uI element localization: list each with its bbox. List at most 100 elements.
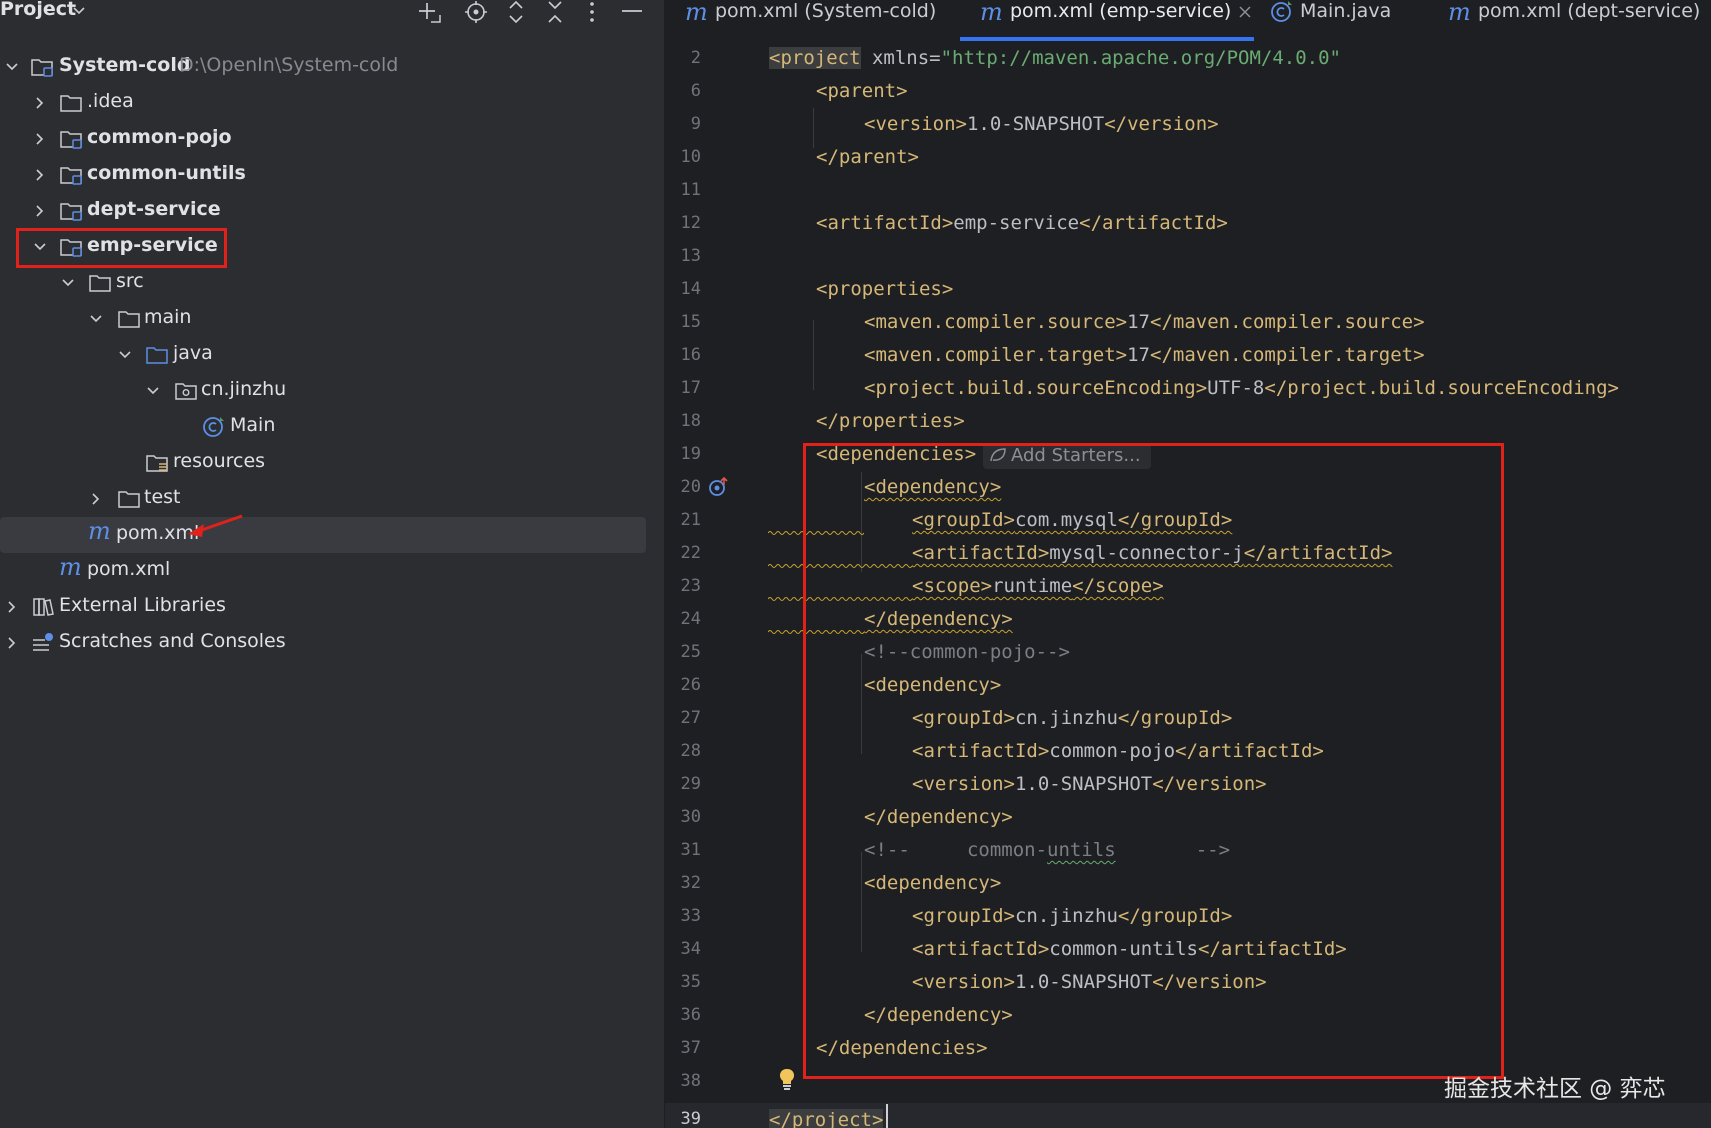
- collapse-all-icon[interactable]: [545, 0, 565, 24]
- line-number: 24: [680, 609, 701, 629]
- tree-item-label: cn.jinzhu: [201, 378, 287, 400]
- tree-item-dept-service[interactable]: dept-service: [0, 193, 646, 229]
- tab-pom-system-cold[interactable]: m pom.xml (System-cold): [685, 0, 947, 40]
- tree-item-emp-pom-xml[interactable]: m pom.xml: [0, 517, 646, 553]
- java-class-icon: [1271, 1, 1292, 22]
- annotation-box-dependencies: [803, 443, 1504, 1079]
- line-number: 13: [680, 246, 701, 266]
- xml-tag: </parent>: [816, 146, 919, 168]
- module-folder-icon: [60, 203, 82, 221]
- tree-item-label: java: [173, 342, 213, 364]
- xml-text: 17: [1127, 344, 1150, 366]
- chevron-down-icon[interactable]: [4, 59, 20, 75]
- tree-item-scratches[interactable]: Scratches and Consoles: [0, 625, 646, 661]
- package-icon: [175, 383, 197, 400]
- folder-icon: [89, 275, 111, 292]
- line-number: 25: [680, 642, 701, 662]
- folder-icon: [118, 491, 140, 508]
- tree-item-root-pom-xml[interactable]: m pom.xml: [0, 553, 646, 589]
- close-icon[interactable]: [1238, 5, 1252, 19]
- line-number: 12: [680, 213, 701, 233]
- maven-icon: m: [1448, 0, 1471, 26]
- tree-item-label: pom.xml: [87, 558, 171, 580]
- line-number: 32: [680, 873, 701, 893]
- chevron-down-icon[interactable]: [145, 383, 161, 399]
- tree-item-label: common-untils: [87, 162, 246, 184]
- xml-text: 17: [1127, 311, 1150, 333]
- tree-item-label: System-cold: [59, 54, 191, 76]
- line-number: 11: [680, 180, 701, 200]
- module-folder-icon: [60, 167, 82, 185]
- add-icon[interactable]: [416, 0, 442, 26]
- folder-icon: [60, 95, 82, 112]
- more-icon[interactable]: [586, 0, 598, 24]
- tree-item-main[interactable]: main: [0, 301, 646, 337]
- xml-tag: </properties>: [816, 410, 965, 432]
- line-number: 14: [680, 279, 701, 299]
- tree-item-test[interactable]: test: [0, 481, 646, 517]
- chevron-right-icon[interactable]: [4, 635, 20, 651]
- tree-item-external-libraries[interactable]: External Libraries: [0, 589, 646, 625]
- tab-main-java[interactable]: Main.java: [1270, 0, 1410, 40]
- tree-item-label: src: [116, 270, 144, 292]
- line-number: 34: [680, 939, 701, 959]
- xml-text: 1.0-SNAPSHOT: [966, 113, 1105, 135]
- watermark: 掘金技术社区 @ 弈芯: [1444, 1076, 1666, 1102]
- indent-guide: [813, 108, 814, 148]
- chevron-right-icon[interactable]: [32, 131, 48, 147]
- chevron-down-icon[interactable]: [60, 275, 76, 291]
- line-number: 18: [680, 411, 701, 431]
- minimize-icon[interactable]: [621, 0, 643, 24]
- chevron-down-icon[interactable]: [88, 311, 104, 327]
- chevron-right-icon[interactable]: [32, 167, 48, 183]
- tree-item-idea[interactable]: .idea: [0, 85, 646, 121]
- dependency-gutter-icon[interactable]: [708, 476, 730, 498]
- locate-icon[interactable]: [464, 0, 488, 24]
- active-tab-indicator: [960, 37, 1254, 41]
- lightbulb-icon[interactable]: [778, 1067, 796, 1091]
- tree-item-main-class[interactable]: Main: [0, 409, 646, 445]
- line-number: 28: [680, 741, 701, 761]
- chevron-right-icon[interactable]: [32, 203, 48, 219]
- line-number: 9: [690, 114, 701, 134]
- source-folder-icon: [146, 347, 168, 364]
- tree-item-label: test: [144, 486, 181, 508]
- line-number: 16: [680, 345, 701, 365]
- maven-icon: m: [88, 517, 111, 545]
- xml-tag: <maven.compiler.target>: [864, 344, 1128, 366]
- line-number: 27: [680, 708, 701, 728]
- chevron-right-icon[interactable]: [32, 95, 48, 111]
- tree-item-cn-jinzhu[interactable]: cn.jinzhu: [0, 373, 646, 409]
- tab-pom-emp-service[interactable]: m pom.xml (emp-service): [980, 0, 1255, 40]
- tree-item-resources[interactable]: resources: [0, 445, 646, 481]
- chevron-right-icon[interactable]: [88, 491, 104, 507]
- tree-item-label: Main: [230, 414, 276, 436]
- xml-tag: </maven.compiler.target>: [1150, 344, 1425, 366]
- tree-item-src[interactable]: src: [0, 265, 646, 301]
- xml-tag: </artifactId>: [1079, 212, 1228, 234]
- tab-label: pom.xml (emp-service): [1010, 0, 1232, 22]
- module-folder-icon: [60, 131, 82, 149]
- tree-item-system-cold[interactable]: System-cold D:\OpenIn\System-cold: [0, 49, 646, 85]
- xml-text: UTF-8: [1207, 377, 1265, 399]
- xml-tag: </project>: [769, 1109, 884, 1128]
- tree-item-common-untils[interactable]: common-untils: [0, 157, 646, 193]
- chevron-down-icon[interactable]: [72, 4, 86, 18]
- tab-pom-dept-service[interactable]: m pom.xml (dept-service): [1448, 0, 1708, 40]
- project-view-selector[interactable]: Project: [0, 0, 76, 20]
- tab-label: pom.xml (System-cold): [715, 0, 937, 22]
- chevron-right-icon[interactable]: [4, 599, 20, 615]
- tree-item-common-pojo[interactable]: common-pojo: [0, 121, 646, 157]
- chevron-down-icon[interactable]: [117, 347, 133, 363]
- xml-tag: </maven.compiler.source>: [1150, 311, 1425, 333]
- xml-tag: <artifactId>: [816, 212, 954, 234]
- line-number-gutter: 2 6 9 10 11 12 13 14 15 16 17 18 19 20 2…: [665, 42, 795, 1128]
- tree-item-java[interactable]: java: [0, 337, 646, 373]
- code-line-18: </properties>: [816, 405, 965, 438]
- xml-tag: <properties>: [816, 278, 954, 300]
- line-number: 6: [690, 81, 701, 101]
- maven-icon: m: [980, 0, 1003, 26]
- expand-all-icon[interactable]: [506, 0, 526, 24]
- line-number: 35: [680, 972, 701, 992]
- code-line-6: <parent>: [816, 75, 908, 108]
